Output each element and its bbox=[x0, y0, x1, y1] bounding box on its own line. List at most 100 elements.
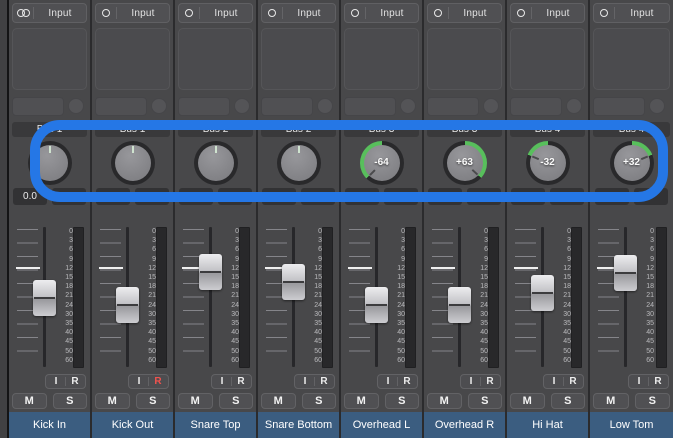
solo-button[interactable]: S bbox=[635, 393, 671, 409]
pan-knob[interactable]: -64 bbox=[360, 141, 404, 185]
input-monitor-button[interactable]: I bbox=[466, 376, 476, 387]
pan-knob[interactable]: +32 bbox=[610, 141, 654, 185]
mute-button[interactable]: M bbox=[12, 393, 47, 409]
input-button[interactable]: Input bbox=[510, 3, 585, 23]
pan-knob[interactable] bbox=[277, 141, 321, 185]
send-slot[interactable] bbox=[12, 97, 64, 116]
track-name[interactable]: Low Tom bbox=[590, 412, 673, 438]
track-name[interactable]: Snare Top bbox=[175, 412, 256, 438]
send-level-knob[interactable] bbox=[483, 98, 499, 114]
send-level-knob[interactable] bbox=[234, 98, 250, 114]
input-button[interactable]: Input bbox=[12, 3, 87, 23]
output-bus-button[interactable]: Bus 3 bbox=[344, 122, 419, 137]
input-button[interactable]: Input bbox=[593, 3, 670, 23]
volume-display[interactable]: 0.0 bbox=[345, 188, 379, 205]
track-name[interactable]: Hi Hat bbox=[507, 412, 588, 438]
volume-fader-track[interactable] bbox=[624, 227, 627, 367]
record-enable-button[interactable]: R bbox=[653, 376, 663, 387]
solo-button[interactable]: S bbox=[302, 393, 337, 409]
pan-knob[interactable]: +63 bbox=[443, 141, 487, 185]
mute-button[interactable]: M bbox=[261, 393, 296, 409]
pan-knob[interactable] bbox=[28, 141, 72, 185]
mute-button[interactable]: M bbox=[510, 393, 545, 409]
solo-button[interactable]: S bbox=[551, 393, 586, 409]
track-name[interactable]: Overhead L bbox=[341, 412, 422, 438]
track-name[interactable]: Kick In bbox=[9, 412, 90, 438]
send-slot[interactable] bbox=[178, 97, 230, 116]
peak-level-display[interactable] bbox=[467, 188, 501, 205]
volume-fader-handle[interactable] bbox=[282, 264, 305, 300]
track-name[interactable]: Kick Out bbox=[92, 412, 173, 438]
input-monitor-button[interactable]: I bbox=[51, 376, 61, 387]
output-bus-button[interactable]: Bus 4 bbox=[593, 122, 670, 137]
send-slot[interactable] bbox=[95, 97, 147, 116]
peak-level-display[interactable] bbox=[634, 188, 668, 205]
volume-fader-track[interactable] bbox=[209, 227, 212, 367]
output-bus-button[interactable]: Bus 4 bbox=[510, 122, 585, 137]
send-slot[interactable] bbox=[261, 97, 313, 116]
volume-display[interactable]: -5.0 bbox=[511, 188, 545, 205]
send-slot[interactable] bbox=[593, 97, 645, 116]
input-monitor-button[interactable]: I bbox=[217, 376, 227, 387]
audio-fx-insert-area[interactable] bbox=[261, 28, 336, 90]
record-enable-button[interactable]: R bbox=[485, 376, 495, 387]
input-monitor-button[interactable]: I bbox=[300, 376, 310, 387]
send-level-knob[interactable] bbox=[566, 98, 582, 114]
peak-level-display[interactable] bbox=[301, 188, 335, 205]
audio-fx-insert-area[interactable] bbox=[427, 28, 502, 90]
mute-button[interactable]: M bbox=[344, 393, 379, 409]
output-bus-button[interactable]: Bus 1 bbox=[12, 122, 87, 137]
solo-button[interactable]: S bbox=[385, 393, 420, 409]
input-monitor-button[interactable]: I bbox=[549, 376, 559, 387]
send-level-knob[interactable] bbox=[68, 98, 84, 114]
track-name[interactable]: Snare Bottom bbox=[258, 412, 339, 438]
output-bus-button[interactable]: Bus 1 bbox=[95, 122, 170, 137]
pan-knob[interactable] bbox=[194, 141, 238, 185]
volume-display[interactable]: 0.0 bbox=[179, 188, 213, 205]
peak-level-display[interactable] bbox=[135, 188, 169, 205]
volume-fader-handle[interactable] bbox=[448, 287, 471, 323]
volume-fader-handle[interactable] bbox=[614, 255, 637, 291]
input-button[interactable]: Input bbox=[344, 3, 419, 23]
solo-button[interactable]: S bbox=[136, 393, 171, 409]
send-slot[interactable] bbox=[427, 97, 479, 116]
audio-fx-insert-area[interactable] bbox=[510, 28, 585, 90]
solo-button[interactable]: S bbox=[219, 393, 254, 409]
solo-button[interactable]: S bbox=[468, 393, 503, 409]
peak-level-display[interactable] bbox=[218, 188, 252, 205]
send-level-knob[interactable] bbox=[151, 98, 167, 114]
send-level-knob[interactable] bbox=[400, 98, 416, 114]
peak-level-display[interactable] bbox=[384, 188, 418, 205]
volume-fader-handle[interactable] bbox=[33, 280, 56, 316]
volume-display[interactable]: 0.0 bbox=[262, 188, 296, 205]
peak-level-display[interactable] bbox=[550, 188, 584, 205]
record-enable-button[interactable]: R bbox=[153, 376, 163, 387]
audio-fx-insert-area[interactable] bbox=[12, 28, 87, 90]
input-button[interactable]: Input bbox=[178, 3, 253, 23]
input-monitor-button[interactable]: I bbox=[134, 376, 144, 387]
send-slot[interactable] bbox=[510, 97, 562, 116]
volume-fader-handle[interactable] bbox=[116, 287, 139, 323]
mute-button[interactable]: M bbox=[178, 393, 213, 409]
record-enable-button[interactable]: R bbox=[319, 376, 329, 387]
input-monitor-button[interactable]: I bbox=[634, 376, 644, 387]
audio-fx-insert-area[interactable] bbox=[344, 28, 419, 90]
pan-knob[interactable] bbox=[111, 141, 155, 185]
record-enable-button[interactable]: R bbox=[70, 376, 80, 387]
output-bus-button[interactable]: Bus 2 bbox=[261, 122, 336, 137]
input-button[interactable]: Input bbox=[427, 3, 502, 23]
send-slot[interactable] bbox=[344, 97, 396, 116]
pan-knob[interactable]: -32 bbox=[526, 141, 570, 185]
input-monitor-button[interactable]: I bbox=[383, 376, 393, 387]
record-enable-button[interactable]: R bbox=[568, 376, 578, 387]
input-button[interactable]: Input bbox=[261, 3, 336, 23]
volume-fader-handle[interactable] bbox=[365, 287, 388, 323]
send-level-knob[interactable] bbox=[649, 98, 665, 114]
send-level-knob[interactable] bbox=[317, 98, 333, 114]
audio-fx-insert-area[interactable] bbox=[178, 28, 253, 90]
mute-button[interactable]: M bbox=[427, 393, 462, 409]
output-bus-button[interactable]: Bus 2 bbox=[178, 122, 253, 137]
volume-fader-handle[interactable] bbox=[199, 254, 222, 290]
volume-display[interactable]: 0.0 bbox=[96, 188, 130, 205]
mute-button[interactable]: M bbox=[95, 393, 130, 409]
